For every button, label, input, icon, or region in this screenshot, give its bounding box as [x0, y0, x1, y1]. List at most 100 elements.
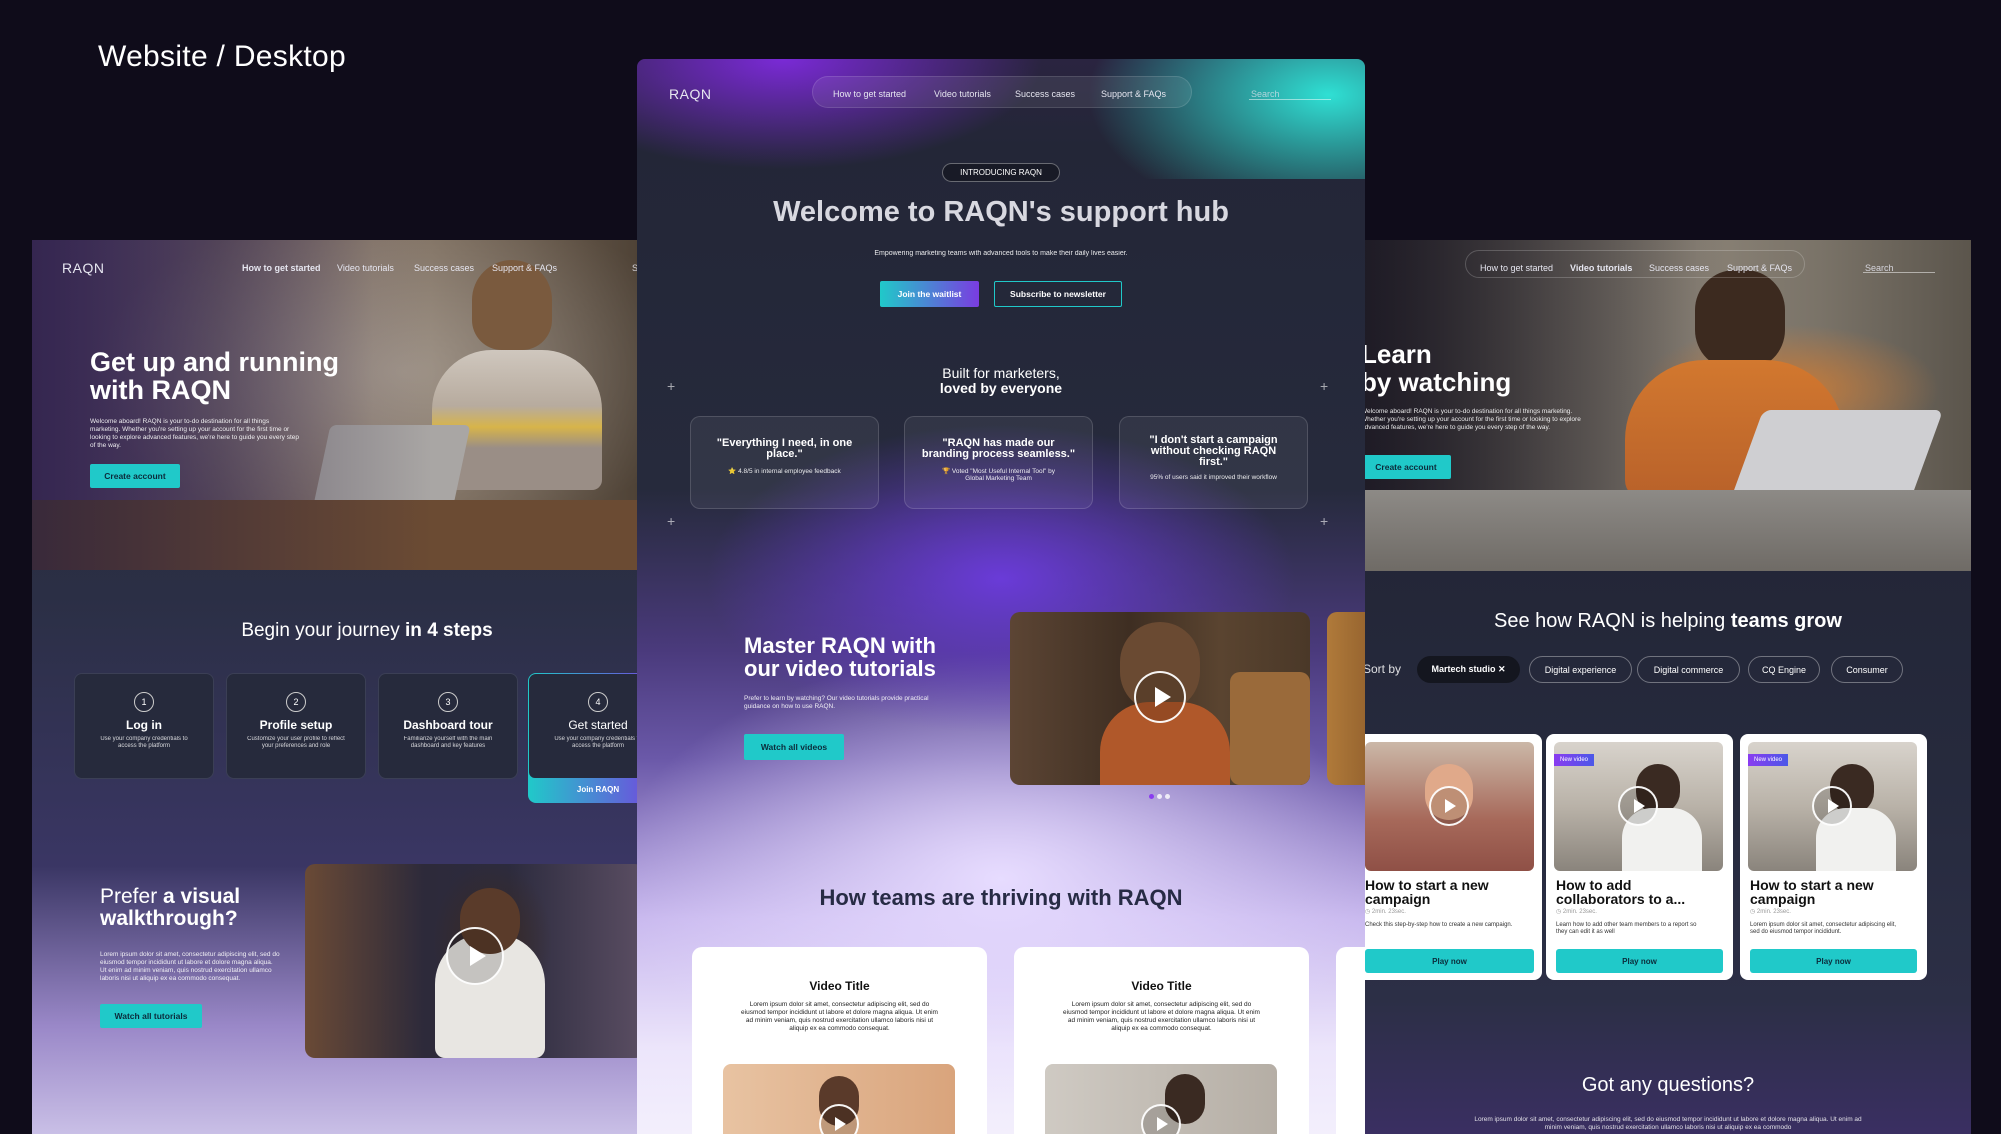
- brand-logo[interactable]: RAQN: [62, 260, 104, 276]
- grow-title: See how RAQN is helping teams grow: [1365, 610, 1971, 633]
- nav-item-1[interactable]: Video tutorials: [337, 263, 394, 273]
- testimonial-card: "Everything I need, in one place." ⭐ 4.8…: [690, 416, 879, 509]
- step-number: 4: [588, 692, 608, 712]
- step-number: 3: [438, 692, 458, 712]
- nav-item-2[interactable]: Success cases: [1015, 89, 1075, 99]
- video-thumbnail[interactable]: New video: [1554, 742, 1723, 871]
- hero-subtitle: Empowering marketing teams with advanced…: [874, 250, 1128, 257]
- nav-item-0[interactable]: How to get started: [1480, 263, 1553, 273]
- video-title: How to start a new campaign: [1750, 877, 1874, 907]
- video-duration: ◷ 2min. 23sec.: [1556, 909, 1597, 915]
- visual-title-bold2: walkthrough?: [100, 907, 238, 930]
- step-title: Dashboard tour: [403, 718, 493, 732]
- visual-title-plain: Prefer: [100, 885, 164, 908]
- join-raqn-button[interactable]: Join RAQN: [528, 785, 652, 794]
- nav-item-1[interactable]: Video tutorials: [1570, 263, 1632, 273]
- visual-title-bold: a visual: [163, 885, 241, 908]
- video-card[interactable]: How to start a new campaign ◷ 2min. 23se…: [1365, 734, 1542, 980]
- hero-shade: [32, 240, 432, 570]
- hero-title-line1: Learn: [1365, 339, 1432, 369]
- step-card[interactable]: 2 Profile setup Customize your user prof…: [226, 673, 366, 779]
- hero-title: Welcome to RAQN's support hub: [773, 196, 1229, 228]
- step-card[interactable]: 3 Dashboard tour Familiarize yourself wi…: [378, 673, 518, 779]
- duration-text: 2min. 23sec.: [1371, 909, 1406, 915]
- nav-item-0[interactable]: How to get started: [242, 263, 321, 273]
- master-title-line2: our video tutorials: [744, 656, 936, 681]
- play-now-button[interactable]: Play now: [1750, 949, 1917, 973]
- nav-item-2[interactable]: Success cases: [1649, 263, 1709, 273]
- video-thumbnail[interactable]: [1045, 1064, 1277, 1134]
- nav-item-0[interactable]: How to get started: [833, 89, 906, 99]
- plus-icon: +: [667, 378, 676, 394]
- nav-item-1[interactable]: Video tutorials: [934, 89, 991, 99]
- visual-video-thumbnail[interactable]: [305, 864, 645, 1058]
- video-title: Video Title: [809, 979, 870, 993]
- play-icon[interactable]: [1429, 786, 1469, 826]
- step-desc: Use your company credentials to access t…: [554, 736, 642, 749]
- nav-item-3[interactable]: Support & FAQs: [1727, 263, 1792, 273]
- master-body: Prefer to learn by watching? Our video t…: [744, 695, 929, 710]
- hero-body: Welcome aboard! RAQN is your to-do desti…: [90, 418, 300, 449]
- step-title: Log in: [126, 718, 162, 732]
- questions-body: Lorem ipsum dolor sit amet, consectetur …: [1474, 1116, 1862, 1131]
- video-title: Video Title: [1131, 979, 1192, 993]
- video-title: How to add collaborators to a...: [1556, 877, 1686, 907]
- subscribe-newsletter-button[interactable]: Subscribe to newsletter: [994, 281, 1122, 307]
- play-button-icon[interactable]: [1134, 671, 1186, 723]
- filter-chip[interactable]: Digital commerce: [1637, 656, 1740, 683]
- nav-item-3[interactable]: Support & FAQs: [492, 263, 557, 273]
- video-card[interactable]: Video Title Lorem ipsum dolor sit amet, …: [692, 947, 987, 1134]
- video-thumbnail[interactable]: [723, 1064, 955, 1134]
- video-card-partial[interactable]: [1336, 947, 1365, 1134]
- carousel-dot[interactable]: [1165, 794, 1170, 799]
- carousel-dot[interactable]: [1157, 794, 1162, 799]
- testimonial-meta: ⭐ 4.8/5 in internal employee feedback: [728, 468, 841, 475]
- step-desc: Use your company credentials to access t…: [100, 736, 188, 749]
- carousel-dot-active[interactable]: [1149, 794, 1154, 799]
- create-account-button[interactable]: Create account: [1365, 455, 1451, 479]
- thriving-title: How teams are thriving with RAQN: [819, 885, 1183, 910]
- step-number: 2: [286, 692, 306, 712]
- steps-title: Begin your journey in 4 steps: [32, 620, 652, 642]
- duration-text: 2min. 23sec.: [1756, 909, 1791, 915]
- play-button-icon[interactable]: [446, 927, 504, 985]
- next-video-thumbnail[interactable]: [1327, 612, 1365, 785]
- filter-chip[interactable]: Digital experience: [1529, 656, 1632, 683]
- nav-item-2[interactable]: Success cases: [414, 263, 474, 273]
- watch-all-videos-button[interactable]: Watch all videos: [744, 734, 844, 760]
- tutorial-video-thumbnail[interactable]: [1010, 612, 1310, 785]
- video-duration: ◷ 2min. 23sec.: [1365, 909, 1406, 915]
- play-now-button[interactable]: Play now: [1365, 949, 1534, 973]
- video-card[interactable]: New video How to start a new campaign ◷ …: [1740, 734, 1927, 980]
- hero-title: Get up and running with RAQN: [90, 348, 339, 404]
- watch-all-tutorials-button[interactable]: Watch all tutorials: [100, 1004, 202, 1028]
- person-head: [1695, 270, 1785, 370]
- grow-title-bold: teams grow: [1730, 610, 1842, 632]
- video-card[interactable]: Video Title Lorem ipsum dolor sit amet, …: [1014, 947, 1309, 1134]
- play-icon[interactable]: [1618, 786, 1658, 826]
- filter-chip[interactable]: CQ Engine: [1748, 656, 1820, 683]
- search-underline: [1249, 99, 1331, 100]
- center-page-mockup: RAQN How to get started Video tutorials …: [637, 59, 1365, 1134]
- step-desc: Customize your user profile to reflect y…: [247, 736, 345, 749]
- video-title: How to start a new campaign: [1365, 877, 1489, 907]
- brand-logo[interactable]: RAQN: [669, 86, 711, 102]
- video-card[interactable]: New video How to add collaborators to a.…: [1546, 734, 1733, 980]
- video-thumbnail[interactable]: New video: [1748, 742, 1917, 871]
- step-number: 1: [134, 692, 154, 712]
- filter-chip-active[interactable]: Martech studio ✕: [1417, 656, 1520, 683]
- video-thumbnail[interactable]: [1365, 742, 1534, 871]
- nav-item-3[interactable]: Support & FAQs: [1101, 89, 1166, 99]
- filter-chip[interactable]: Consumer: [1831, 656, 1903, 683]
- search-input[interactable]: Search: [1251, 89, 1280, 99]
- play-now-button[interactable]: Play now: [1556, 949, 1723, 973]
- video-desc: Check this step-by-step how to create a …: [1365, 922, 1513, 928]
- carousel-dots[interactable]: [1149, 794, 1170, 799]
- step-card-active[interactable]: 4 Get started Use your company credentia…: [528, 673, 652, 803]
- create-account-button[interactable]: Create account: [90, 464, 180, 488]
- join-waitlist-button[interactable]: Join the waitlist: [880, 281, 979, 307]
- play-icon[interactable]: [1812, 786, 1852, 826]
- step-card[interactable]: 1 Log in Use your company credentials to…: [74, 673, 214, 779]
- testimonial-meta: 95% of users said it improved their work…: [1150, 474, 1277, 481]
- testimonial-card: "RAQN has made our branding process seam…: [904, 416, 1093, 509]
